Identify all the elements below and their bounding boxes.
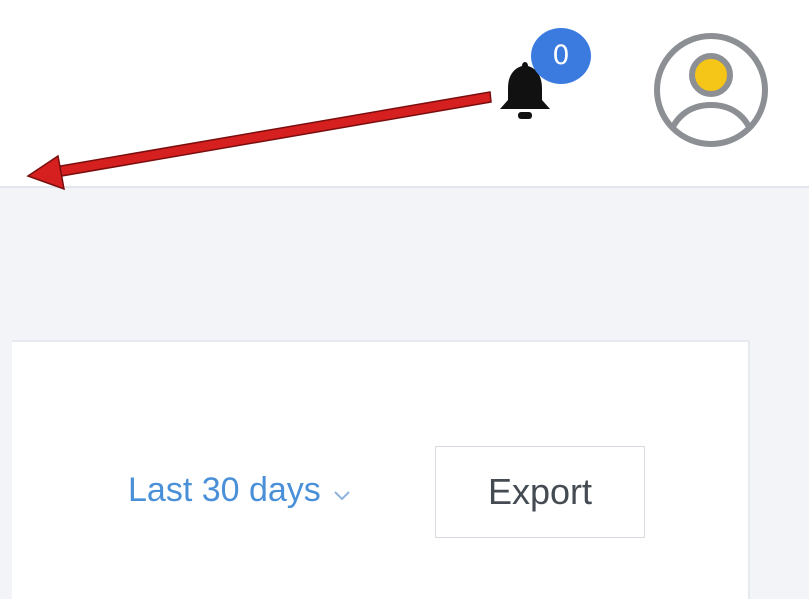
top-header-bar: 0 — [0, 0, 809, 188]
notification-count-badge: 0 — [531, 28, 591, 84]
page: 0 Last 30 days Export — [0, 0, 809, 599]
date-range-dropdown[interactable]: Last 30 days — [128, 470, 351, 510]
user-avatar-icon — [654, 33, 768, 147]
export-button[interactable]: Export — [435, 446, 645, 538]
date-range-label: Last 30 days — [128, 471, 321, 509]
chevron-down-icon — [333, 471, 351, 511]
user-avatar-button[interactable] — [652, 31, 770, 149]
